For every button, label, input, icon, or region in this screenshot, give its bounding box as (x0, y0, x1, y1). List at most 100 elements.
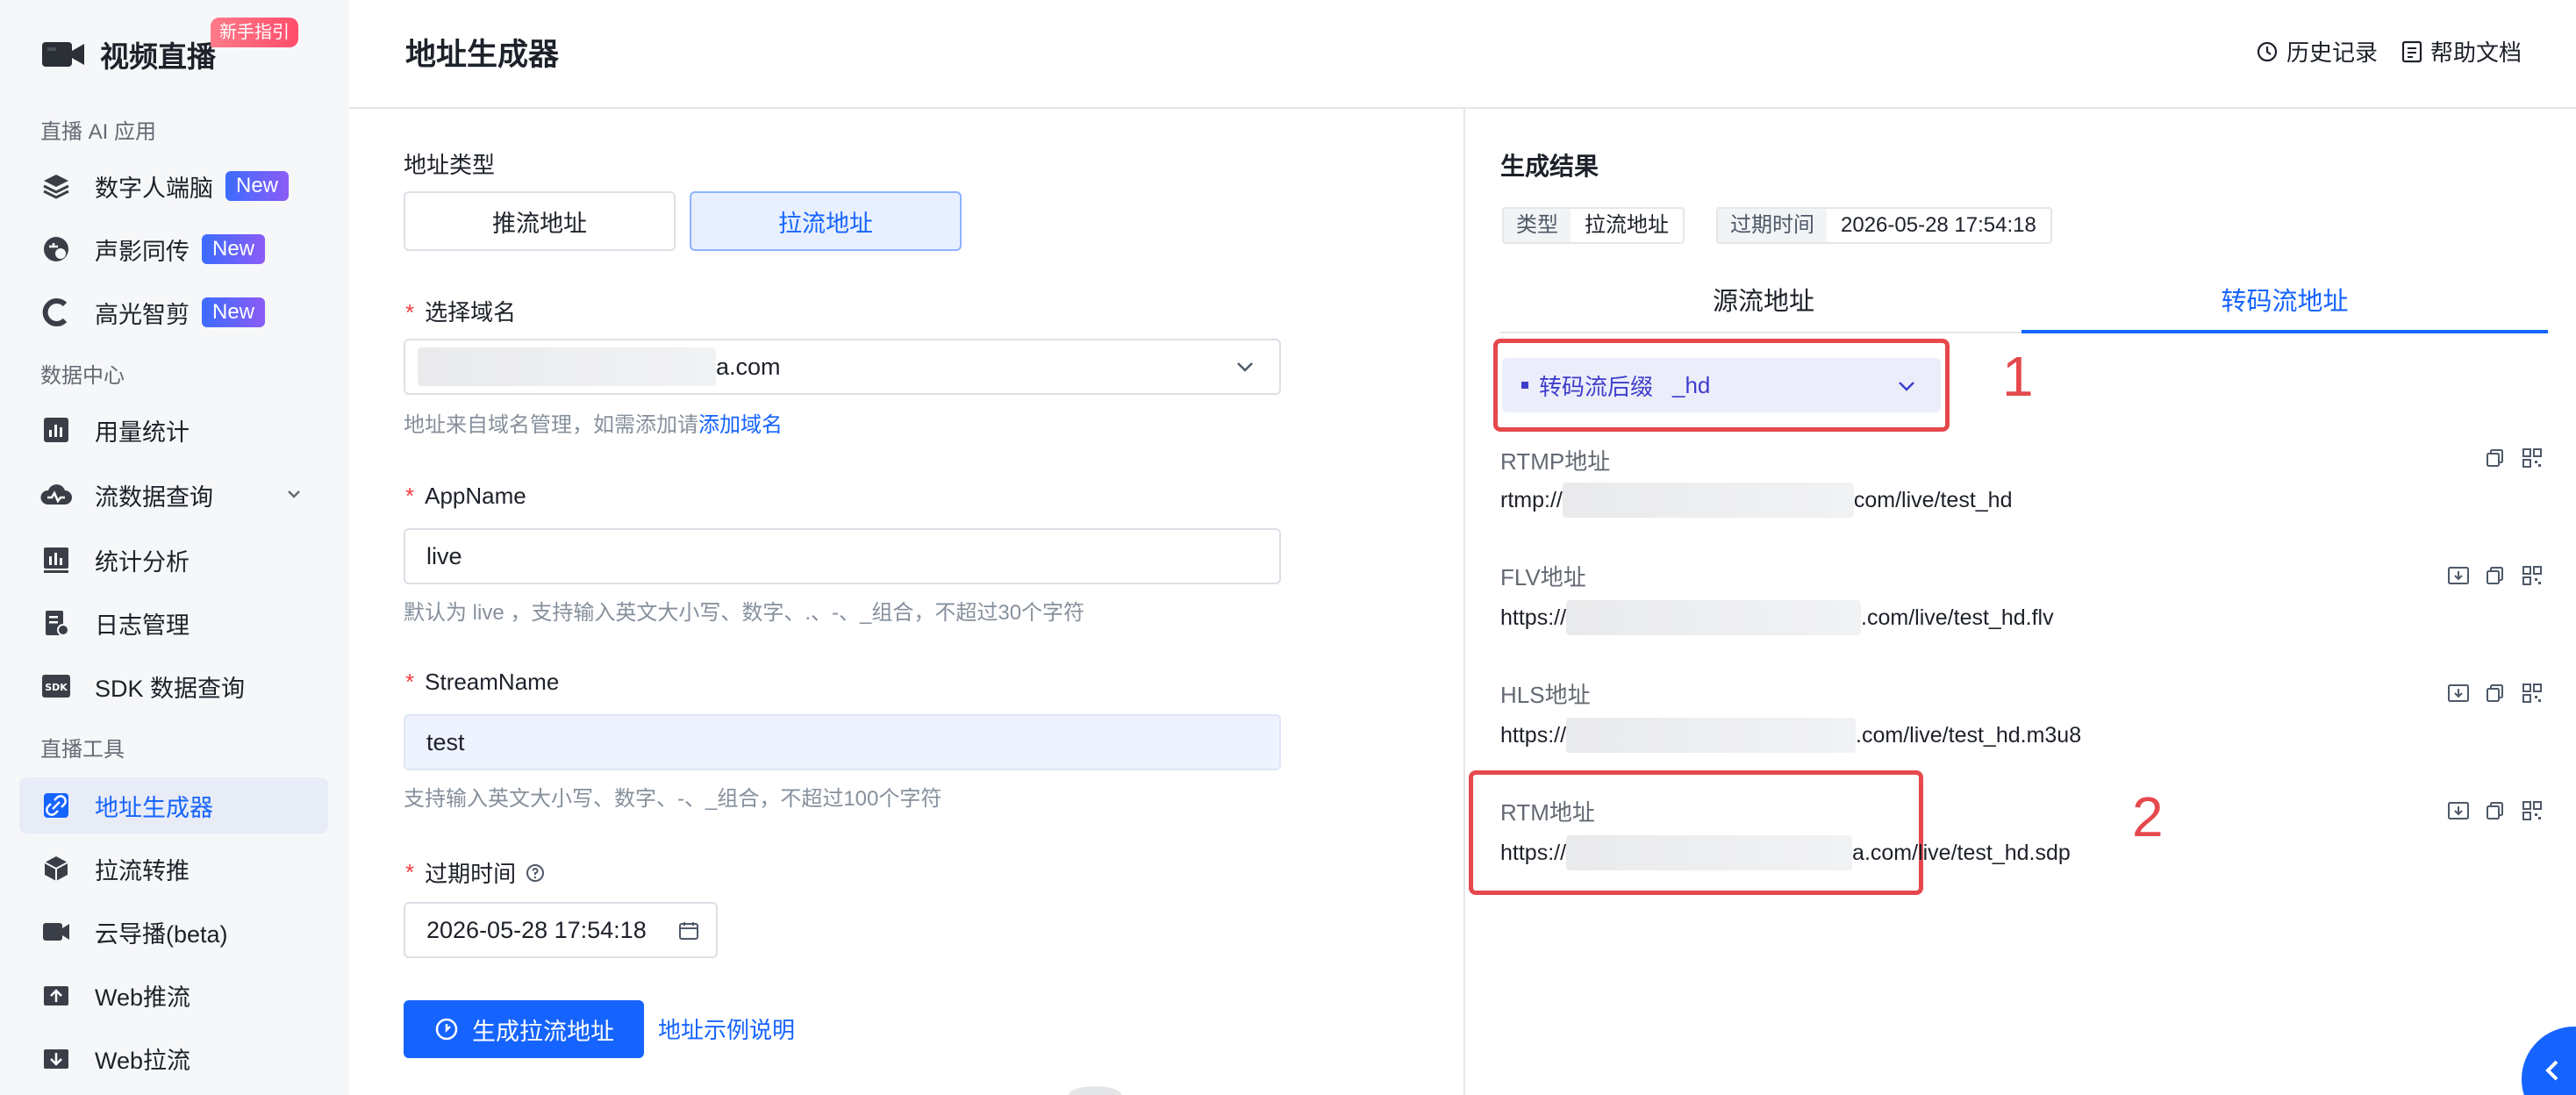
domain-hint: 地址来自域名管理，如需添加请添加域名 (404, 413, 783, 437)
svg-text:SDK: SDK (45, 682, 68, 693)
annotation-number-2: 2 (2132, 785, 2164, 848)
copy-icon[interactable] (2483, 446, 2508, 470)
generate-pull-address-button[interactable]: 生成拉流地址 (404, 1000, 644, 1058)
sidebar-item-address-generator[interactable]: 地址生成器 (19, 777, 328, 834)
flv-prefix: https:// (1500, 605, 1567, 630)
download-icon (40, 1042, 72, 1074)
page-title: 地址生成器 (405, 38, 560, 72)
sidebar-item-label: Web推流 (95, 984, 191, 1011)
guide-badge[interactable]: 新手指引 (211, 18, 298, 47)
appname-input[interactable]: live (404, 528, 1281, 584)
sidebar-item-label: 高光智剪 (95, 301, 190, 328)
expire-tag-value: 2026-05-28 17:54:18 (1827, 209, 2050, 242)
download-icon[interactable] (2446, 681, 2471, 705)
streamname-label: * StreamName (405, 669, 560, 695)
expire-datetime-input[interactable]: 2026-05-28 17:54:18 (404, 902, 718, 958)
qrcode-icon[interactable] (2520, 681, 2544, 705)
help-icon[interactable] (525, 862, 546, 884)
pull-address-button[interactable]: 拉流地址 (690, 191, 962, 251)
sidebar-item-translate[interactable]: 声影同传 New (19, 221, 328, 277)
sidebar-item-cloud-director[interactable]: 云导播(beta) (19, 904, 328, 960)
rtm-suffix: a.com/live/test_hd.sdp (1852, 840, 2071, 865)
bar-chart-icon (40, 414, 72, 446)
video-camera-icon (40, 37, 86, 72)
appname-label: * AppName (405, 483, 526, 509)
sidebar-item-analytics[interactable]: 统计分析 (19, 532, 328, 588)
type-value: 拉流地址 (1571, 209, 1683, 242)
sidebar-item-label: SDK 数据查询 (95, 675, 246, 702)
sidebar-item-pull-relay[interactable]: 拉流转推 (19, 841, 328, 897)
flv-suffix: .com/live/test_hd.flv (1861, 605, 2054, 630)
calendar-icon (677, 920, 700, 948)
qrcode-icon[interactable] (2520, 446, 2544, 470)
qrcode-icon[interactable] (2520, 798, 2544, 823)
sidebar-item-label: 用量统计 (95, 419, 190, 446)
chevron-down-icon[interactable] (284, 483, 304, 510)
history-link[interactable]: 历史记录 (2255, 35, 2378, 68)
sidebar-item-highlight-clip[interactable]: 高光智剪 New (19, 284, 328, 340)
sidebar-item-label: 流数据查询 (95, 483, 213, 511)
download-icon[interactable] (2446, 563, 2471, 588)
push-address-button[interactable]: 推流地址 (404, 191, 676, 251)
rtmp-prefix: rtmp:// (1500, 487, 1563, 512)
copy-icon[interactable] (2483, 681, 2508, 705)
redacted-domain (418, 347, 716, 386)
tab-transcode-address[interactable]: 转码流地址 (2021, 281, 2548, 318)
docs-label: 帮助文档 (2430, 39, 2522, 66)
history-icon (2257, 41, 2278, 61)
cube-icon (40, 853, 72, 884)
expire-key: 过期时间 (1718, 209, 1827, 242)
sidebar-item-label: 数字人端脑 (95, 175, 213, 202)
sidebar-item-digital-human[interactable]: 数字人端脑 New (19, 158, 328, 214)
rtm-label: RTM地址 (1500, 799, 1595, 826)
tab-source-address[interactable]: 源流地址 (1500, 281, 2027, 318)
type-tag: 类型 拉流地址 (1502, 207, 1685, 244)
qrcode-icon[interactable] (2520, 563, 2544, 588)
streamname-hint: 支持输入英文大小写、数字、-、_组合，不超过100个字符 (404, 787, 942, 811)
sidebar-item-web-pull[interactable]: Web拉流 (19, 1030, 328, 1086)
sidebar-item-logs[interactable]: 日志管理 (19, 595, 328, 651)
chevron-left-icon (2545, 1060, 2558, 1081)
sidebar-item-usage[interactable]: 用量统计 (19, 402, 328, 458)
sidebar-item-label: 地址生成器 (95, 794, 213, 821)
flv-url: https:// .com/live/test_hd.flv (1500, 600, 2054, 635)
appname-hint: 默认为 live ，支持输入英文大小写、数字、.、-、_组合，不超过30个字符 (404, 601, 1085, 625)
expire-label: * 过期时间 (405, 856, 546, 889)
analytics-icon (40, 544, 72, 576)
section-label-data: 数据中心 (40, 364, 125, 388)
copy-icon[interactable] (2483, 563, 2508, 588)
result-title: 生成结果 (1500, 153, 1599, 180)
redacted-host (1562, 483, 1854, 518)
sidebar-item-label: 日志管理 (95, 612, 190, 639)
brand[interactable]: 视频直播 (40, 33, 216, 75)
log-file-icon (40, 607, 72, 639)
rtm-prefix: https:// (1500, 840, 1567, 865)
redacted-host (1566, 835, 1853, 870)
download-icon[interactable] (2446, 798, 2471, 823)
sidebar-item-label: Web拉流 (95, 1047, 191, 1074)
section-label-tools: 直播工具 (40, 738, 125, 762)
rtm-actions (2446, 798, 2544, 823)
rtmp-suffix: com/live/test_hd (1853, 487, 2013, 512)
sidebar-item-label: 拉流转推 (95, 857, 190, 884)
highlight-clip-icon (40, 297, 72, 328)
sidebar-item-web-push[interactable]: Web推流 (19, 967, 328, 1023)
hls-url: https:// .com/live/test_hd.m3u8 (1500, 718, 2081, 753)
streamname-input[interactable]: test (404, 714, 1281, 770)
link-icon (40, 790, 72, 821)
rtm-url: https:// a.com/live/test_hd.sdp (1500, 835, 2071, 870)
sidebar-item-label: 统计分析 (95, 548, 190, 576)
address-example-link[interactable]: 地址示例说明 (658, 1013, 795, 1045)
add-domain-link[interactable]: 添加域名 (698, 413, 783, 437)
translate-icon (40, 233, 72, 265)
sidebar-item-sdk-query[interactable]: SDK SDK 数据查询 (19, 658, 328, 714)
section-label-ai: 直播 AI 应用 (40, 120, 157, 144)
sidebar-item-stream-query[interactable]: 流数据查询 (19, 467, 328, 523)
rtmp-url: rtmp:// com/live/test_hd (1500, 483, 2012, 518)
copy-icon[interactable] (2483, 798, 2508, 823)
type-key: 类型 (1504, 209, 1571, 242)
domain-select[interactable]: a.com (404, 339, 1281, 395)
history-label: 历史记录 (2286, 39, 2379, 66)
annotation-number-1: 1 (2002, 345, 2034, 408)
docs-link[interactable]: 帮助文档 (2401, 35, 2522, 68)
